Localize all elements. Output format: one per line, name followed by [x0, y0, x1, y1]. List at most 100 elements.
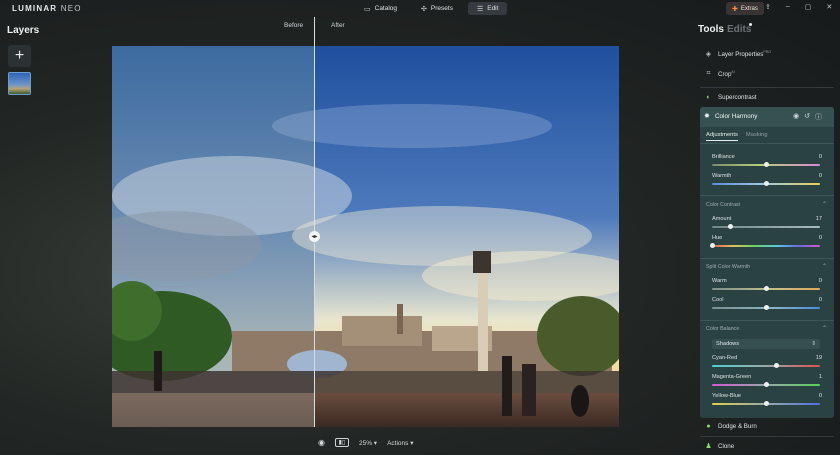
tool-dodge-burn[interactable]: ● Dodge & Burn: [704, 423, 757, 430]
brilliance-slider[interactable]: [712, 162, 820, 168]
canvas-toolbar: ◉ ▮▯ 25% ▾ Actions ▾: [318, 438, 413, 447]
cyan-red-slider[interactable]: [712, 363, 820, 369]
minimize-icon[interactable]: –: [786, 3, 790, 11]
cyan-red-label: Cyan-Red: [712, 355, 738, 361]
color-harmony-panel: ✸ Color Harmony ◉ ↺ ⓘ Adjustments Maskin…: [700, 107, 834, 418]
magenta-green-value: 1: [818, 374, 822, 380]
tab-presets[interactable]: ✣ Presets: [412, 2, 462, 15]
photo-canvas[interactable]: [112, 46, 619, 427]
layers-icon: ◈: [705, 51, 712, 59]
window-controls: ⇪ – ▢ ✕: [765, 3, 832, 11]
split-line[interactable]: [314, 17, 315, 427]
hue-value: 0: [818, 235, 822, 241]
color-harmony-header[interactable]: ✸ Color Harmony ◉ ↺ ⓘ: [700, 107, 834, 127]
tabs-underline: [700, 143, 834, 144]
visibility-icon[interactable]: ◉: [793, 112, 799, 122]
cool-value: 0: [818, 297, 822, 303]
tool-crop[interactable]: ⌗ CropAI: [704, 70, 735, 78]
drop-icon: ●: [706, 423, 711, 430]
amount-slider[interactable]: [712, 224, 820, 230]
cool-slider[interactable]: [712, 305, 820, 311]
cyan-red-knob[interactable]: [773, 363, 779, 369]
color-harmony-title: Color Harmony: [715, 113, 758, 120]
chevron-up-icon[interactable]: ⌃: [822, 201, 827, 208]
presets-icon: ✣: [421, 5, 427, 13]
close-icon[interactable]: ✕: [826, 3, 832, 11]
chevron-updown-icon: ⇕: [811, 340, 816, 347]
section-divider: [700, 320, 834, 321]
tool-clone[interactable]: ♟ Clone: [704, 442, 734, 451]
amount-label: Amount: [712, 216, 732, 222]
contrast-icon: ◐: [706, 94, 711, 101]
layers-title: Layers: [7, 25, 40, 36]
tab-catalog[interactable]: ▭ Catalog: [355, 2, 406, 15]
warm-value: 0: [818, 278, 822, 284]
warm-label: Warm: [712, 278, 727, 284]
folder-icon: ▭: [364, 5, 371, 13]
tone-range-select[interactable]: Shadows ⇕: [712, 339, 820, 349]
info-icon[interactable]: ⓘ: [815, 112, 822, 122]
split-handle[interactable]: ◂▸: [309, 231, 320, 242]
tab-adjustments[interactable]: Adjustments: [706, 132, 738, 141]
extras-button[interactable]: ✚ Extras: [726, 2, 764, 15]
after-label: After: [331, 22, 345, 29]
brilliance-label: Brilliance: [712, 154, 735, 160]
yellow-blue-label: Yellow-Blue: [712, 393, 742, 399]
brilliance-value: 0: [818, 154, 822, 160]
divider: [700, 87, 834, 88]
magenta-green-knob[interactable]: [764, 382, 770, 388]
color-balance-header[interactable]: Color Balance: [706, 326, 739, 332]
section-divider: [700, 258, 834, 259]
cyan-red-value: 19: [815, 355, 822, 361]
hue-knob[interactable]: [709, 243, 715, 249]
warm-knob[interactable]: [763, 286, 769, 292]
app-logo: LUMINAR NEO: [12, 4, 82, 13]
warmth-value: 0: [818, 173, 822, 179]
warmth-slider[interactable]: [712, 181, 820, 187]
hue-slider[interactable]: [709, 243, 820, 249]
extras-icon: ✚: [732, 5, 738, 13]
tab-masking[interactable]: Masking: [746, 132, 768, 141]
section-divider: [700, 195, 834, 196]
hue-label: Hue: [712, 235, 723, 241]
layer-thumbnail[interactable]: [8, 72, 31, 95]
cool-label: Cool: [712, 297, 724, 303]
drag-arrows-icon: ◂▸: [311, 234, 318, 240]
amount-knob[interactable]: [727, 224, 733, 230]
share-icon[interactable]: ⇪: [765, 3, 771, 11]
main-nav: ▭ Catalog ✣ Presets ☰ Edit: [355, 2, 508, 15]
edits-indicator: [749, 23, 752, 26]
yellow-blue-knob[interactable]: [763, 401, 769, 407]
tool-supercontrast[interactable]: ◐ Supercontrast: [704, 94, 756, 101]
magenta-green-slider[interactable]: [712, 382, 820, 388]
stamp-icon: ♟: [705, 443, 712, 450]
chevron-up-icon[interactable]: ⌃: [822, 263, 827, 270]
zoom-select[interactable]: 25% ▾: [359, 439, 377, 447]
magenta-green-label: Magenta-Green: [712, 374, 752, 380]
tab-edit[interactable]: ☰ Edit: [467, 2, 508, 15]
crop-icon: ⌗: [706, 70, 711, 78]
brilliance-knob[interactable]: [763, 162, 769, 168]
add-layer-button[interactable]: +: [8, 45, 31, 67]
amount-value: 17: [815, 216, 822, 222]
tools-tab[interactable]: Tools: [698, 24, 724, 35]
top-bar: LUMINAR NEO ▭ Catalog ✣ Presets ☰ Edit ✚…: [0, 0, 840, 17]
compare-toggle-button[interactable]: ▮▯: [334, 438, 349, 447]
edits-tab[interactable]: Edits: [727, 24, 751, 35]
warmth-knob[interactable]: [763, 181, 769, 187]
yellow-blue-slider[interactable]: [712, 401, 820, 407]
warm-slider[interactable]: [712, 286, 820, 292]
chevron-up-icon[interactable]: ⌃: [822, 325, 827, 332]
reset-icon[interactable]: ↺: [804, 112, 810, 122]
divider: [700, 436, 834, 437]
color-contrast-header[interactable]: Color Contrast: [706, 202, 740, 208]
maximize-icon[interactable]: ▢: [805, 3, 812, 11]
split-color-warmth-header[interactable]: Split Color Warmth: [706, 264, 750, 270]
before-label: Before: [284, 22, 304, 29]
gear-icon: ✸: [704, 113, 710, 120]
tool-layer-properties[interactable]: ◈ Layer PropertiesPRO: [704, 50, 771, 58]
eye-icon[interactable]: ◉: [318, 438, 325, 447]
actions-menu[interactable]: Actions ▾: [387, 439, 413, 447]
warmth-label: Warmth: [712, 173, 732, 179]
cool-knob[interactable]: [763, 305, 769, 311]
